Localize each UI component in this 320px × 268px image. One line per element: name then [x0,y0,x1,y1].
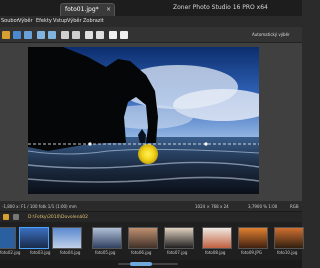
thumbnail-label: foto07.jpg [167,250,188,255]
thumbnail[interactable] [238,227,268,249]
status-dimensions: 1024 × 768 x 24 [195,204,229,209]
thumbnail[interactable] [52,227,82,249]
thumbnail-label: foto10.jpg [277,250,298,255]
menu-input[interactable]: Vstup [53,18,67,24]
current-path[interactable]: D:\Fotky\2010\Dovolená02 [28,215,88,220]
filmstrip-scrollbar[interactable] [0,260,302,268]
thumbnail[interactable] [0,227,16,249]
path-bar: D:\Fotky\2010\Dovolená02 [0,211,302,222]
compare-icon[interactable] [109,31,117,39]
photo-preview[interactable] [28,47,259,194]
thumbnail[interactable] [92,227,122,249]
fullscreen-icon[interactable] [120,31,128,39]
status-zoom: 3,7900 % 1:00 [248,204,278,209]
menu-select[interactable]: Výběr [18,18,33,24]
thumbnail-label: foto02.jpg [0,250,21,255]
filmstrip: foto02.jpg foto03.jpg foto04.jpg foto05.… [0,222,304,260]
thumbnail-label: foto08.jpg [205,250,226,255]
app-title: Zoner Photo Studio 16 PRO x64 [173,4,268,11]
menu-effects[interactable]: Efekty [36,18,52,24]
menu-file[interactable]: Soubor [1,18,19,24]
thumbnail-label: foto03.jpg [30,250,51,255]
auto-select-label[interactable]: Automatický výběr [252,32,290,37]
thumbnail-label: foto09.JPG [241,250,262,255]
save-icon[interactable] [13,31,21,39]
title-bar: foto01.jpg* × Zoner Photo Studio 16 PRO … [0,0,302,16]
crop-icon[interactable] [96,31,104,39]
thumbnail-label: foto05.jpg [95,250,116,255]
status-colormode: RGB [290,204,299,209]
rotate-icon[interactable] [85,31,93,39]
photo-image [28,47,259,194]
redo-icon[interactable] [48,31,56,39]
thumbnail[interactable] [128,227,158,249]
status-bar: -1,800 x: F1 / 100 fotk 1/1 (1:00) mm 10… [0,203,302,211]
tab-title: foto01.jpg* [65,6,99,13]
thumbnail-label: foto06.jpg [131,250,152,255]
menu-view[interactable]: Zobrazit [83,18,104,24]
thumbnail[interactable] [202,227,232,249]
zoom-icon[interactable] [61,31,69,39]
scroll-thumb[interactable] [130,262,152,266]
selection-sun [138,144,158,164]
toolbar: Automatický výběr [0,27,302,43]
tab-close-icon[interactable]: × [106,6,111,13]
browse-icon[interactable] [13,214,19,220]
folder-icon[interactable] [3,214,9,220]
thumbnail[interactable] [164,227,194,249]
image-canvas[interactable] [0,43,302,201]
thumbnail[interactable] [274,227,304,249]
thumbnail-label: foto04.jpg [60,250,81,255]
thumbnail[interactable] [19,227,49,249]
status-info: -1,800 x: F1 / 100 fotk 1/1 (1:00) mm [2,204,77,209]
fit-icon[interactable] [72,31,80,39]
menu-selection[interactable]: Výběr [67,18,82,24]
open-folder-icon[interactable] [2,31,10,39]
save-as-icon[interactable] [24,31,32,39]
document-tab[interactable]: foto01.jpg* × [60,3,115,16]
menu-bar: Soubor Výběr Efekty Vstup Výběr Zobrazit [0,16,302,27]
undo-icon[interactable] [37,31,45,39]
